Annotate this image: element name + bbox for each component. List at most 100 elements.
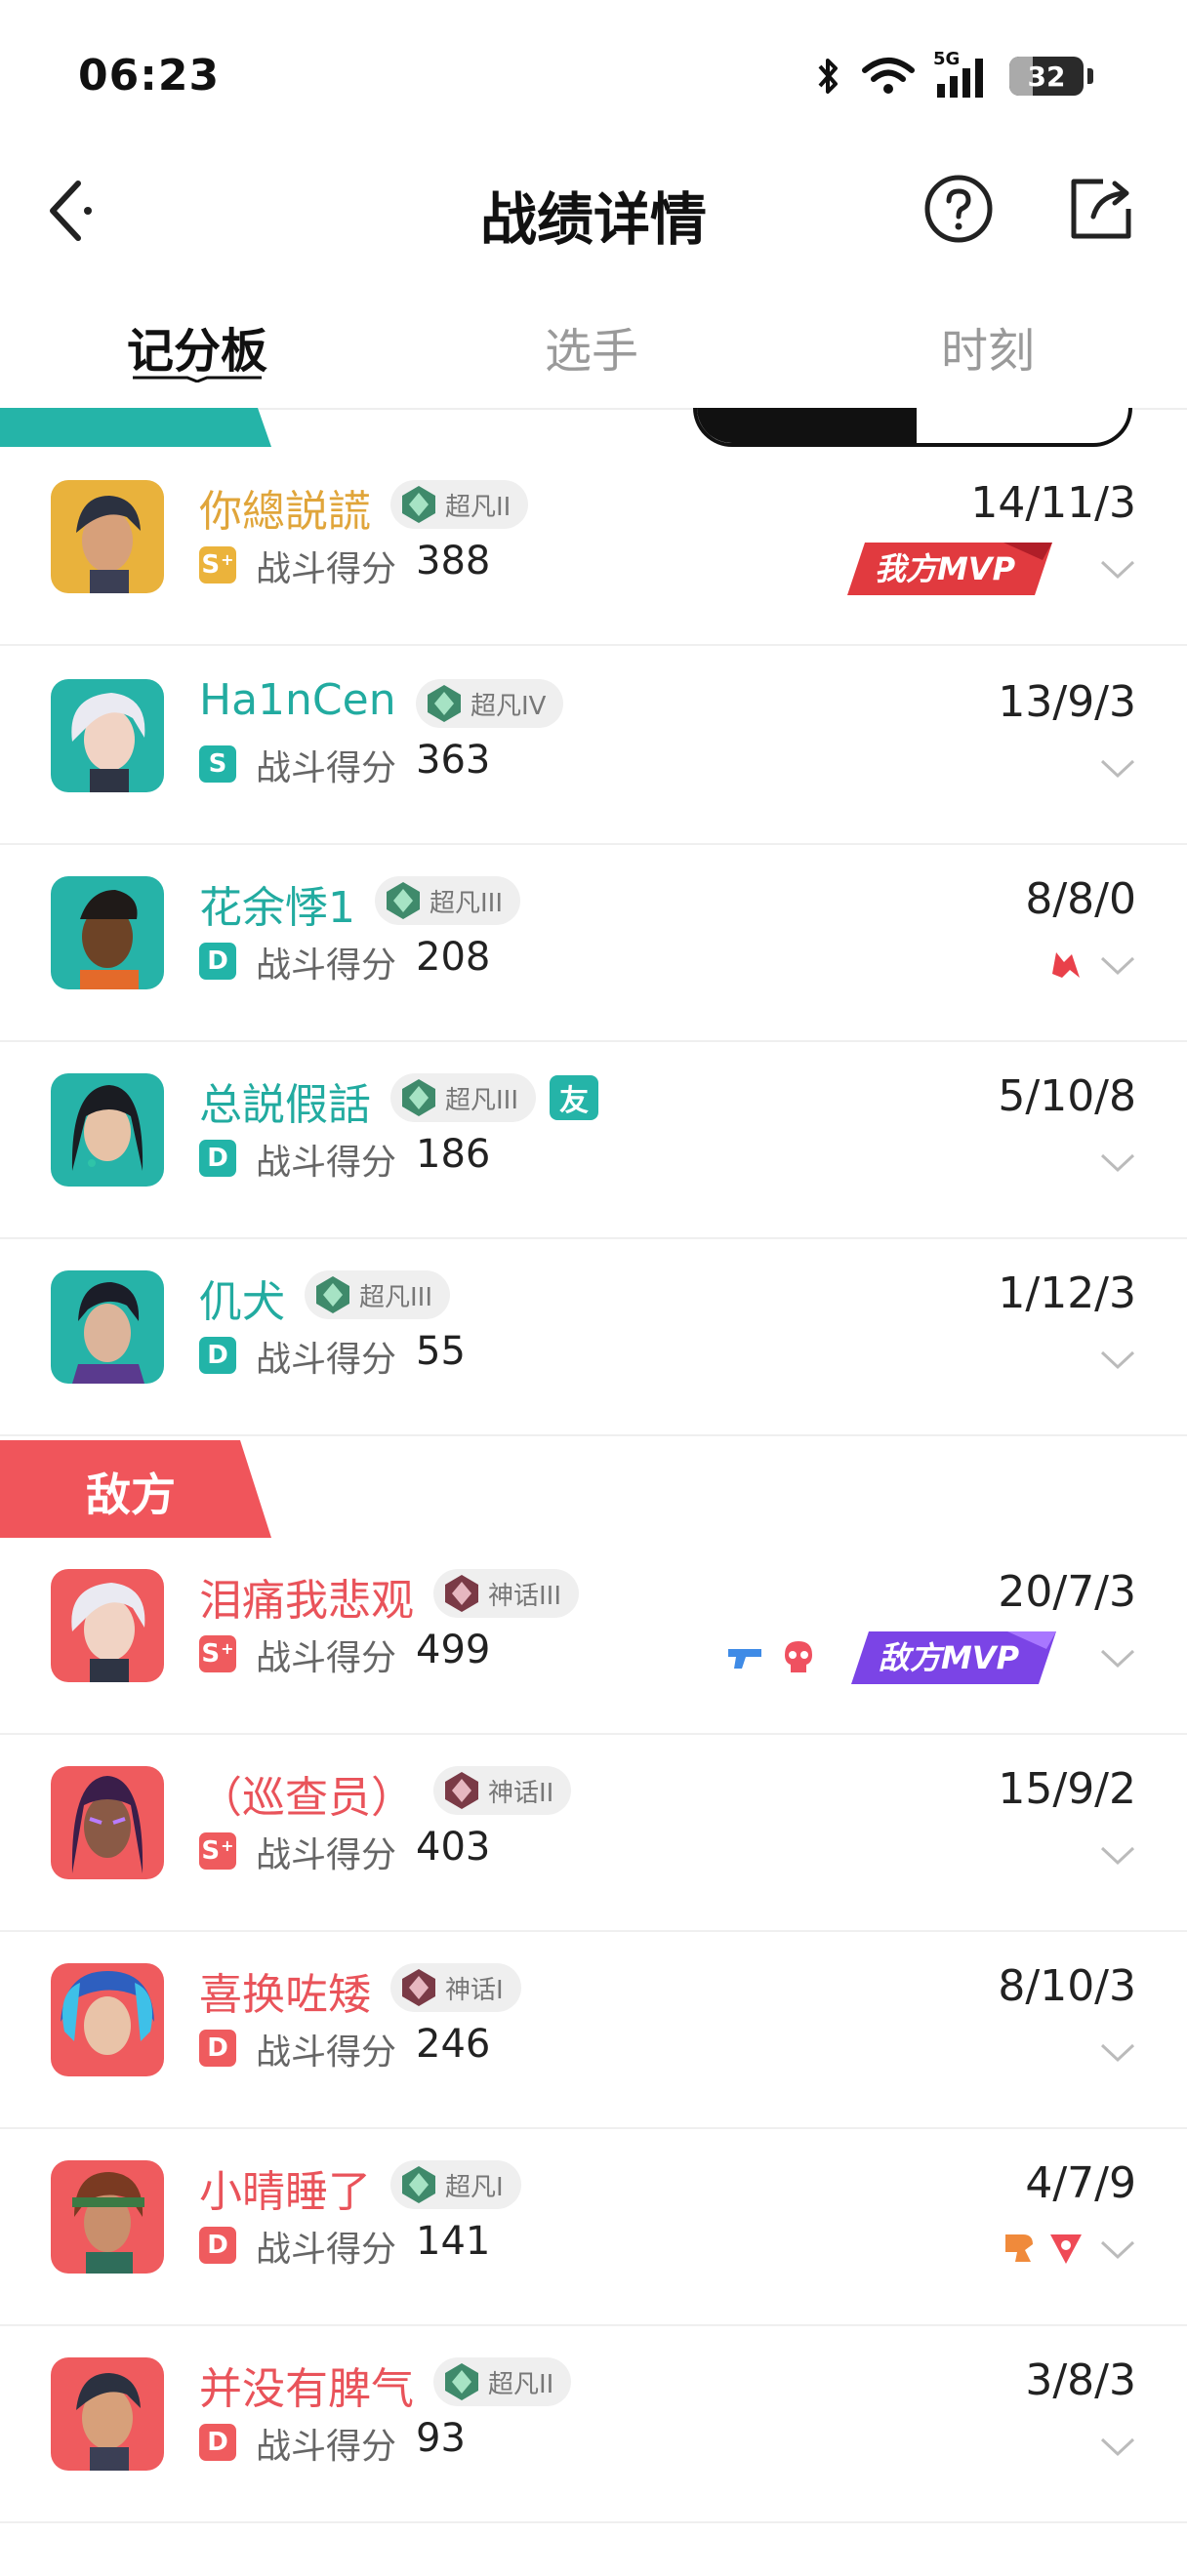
grade-badge: D xyxy=(199,2227,236,2264)
player-name: 并没有脾气 xyxy=(199,2364,414,2414)
chevron-down-icon[interactable] xyxy=(1099,1151,1136,1175)
score-label: 战斗得分 xyxy=(256,946,397,986)
player-row[interactable]: （巡查员） 神话II S + 战斗得分 403 15/9/2 xyxy=(0,1735,1187,1932)
skull-icon xyxy=(785,1641,812,1672)
kda: 13/9/3 xyxy=(998,677,1136,727)
player-row[interactable]: 仉犬 超凡III D 战斗得分 55 1/12/3 xyxy=(0,1239,1187,1436)
rank-label: 超凡III xyxy=(430,888,504,918)
grade-letter: D xyxy=(207,946,228,976)
kda: 1/12/3 xyxy=(998,1268,1136,1318)
network-type: 5G xyxy=(933,49,961,69)
status-bar: 06:23 5G 32 xyxy=(0,0,1187,146)
rank-label: 神话II xyxy=(488,1778,554,1808)
enemy-mvp-badge: 敌方MVP xyxy=(851,1631,1056,1684)
score-label: 战斗得分 xyxy=(256,549,397,589)
chevron-down-icon[interactable] xyxy=(1099,954,1136,978)
gun-icon xyxy=(728,1649,761,1669)
score-label: 战斗得分 xyxy=(256,1835,397,1875)
enemy-section-header: 敌方 xyxy=(0,1440,1187,1538)
ally-section-tag xyxy=(0,408,271,447)
kda: 15/9/2 xyxy=(998,1764,1136,1814)
kda: 8/10/3 xyxy=(998,1961,1136,2011)
player-row[interactable]: 小晴睡了 超凡I D 战斗得分 141 4/7/9 xyxy=(0,2129,1187,2326)
nav-bar: 战绩详情 xyxy=(0,146,1187,273)
bluetooth-icon xyxy=(818,59,838,94)
page-title: 战绩详情 xyxy=(479,186,707,253)
score-label: 战斗得分 xyxy=(256,1340,397,1380)
score-label: 战斗得分 xyxy=(256,2427,397,2467)
player-avatar xyxy=(51,876,164,989)
score-value: 363 xyxy=(416,738,491,783)
player-row[interactable]: 花余悸1 超凡III D 战斗得分 208 8/8/0 xyxy=(0,845,1187,1042)
score-label: 战斗得分 xyxy=(256,1638,397,1678)
grade-letter: D xyxy=(207,1341,228,1370)
rank-label: 超凡II xyxy=(488,2369,554,2399)
chevron-down-icon[interactable] xyxy=(1099,2435,1136,2459)
rank-icon xyxy=(402,1969,435,2006)
chevron-down-icon[interactable] xyxy=(1099,757,1136,781)
chevron-down-icon[interactable] xyxy=(1099,2041,1136,2065)
tab-scoreboard[interactable]: 记分板 xyxy=(51,312,344,381)
player-avatar xyxy=(51,1569,164,1682)
chevron-down-icon[interactable] xyxy=(1099,1348,1136,1372)
chevron-down-icon[interactable] xyxy=(1099,2238,1136,2262)
score-value: 141 xyxy=(416,2219,491,2264)
player-name: 小晴睡了 xyxy=(199,2167,371,2217)
tab-moments[interactable]: 时刻 xyxy=(841,312,1134,381)
grade-plus: + xyxy=(221,1835,234,1855)
revive-icon xyxy=(1052,952,1080,978)
tab-players[interactable]: 选手 xyxy=(445,312,738,381)
rank-label: 超凡II xyxy=(445,492,512,522)
grade-letter: S xyxy=(201,1639,221,1669)
grade-badge: D xyxy=(199,943,236,980)
rank-badge: 超凡III xyxy=(390,1073,537,1122)
chevron-down-icon[interactable] xyxy=(1099,1647,1136,1670)
rank-icon xyxy=(402,486,435,523)
player-row[interactable]: 并没有脾气 超凡II D 战斗得分 93 3/8/3 xyxy=(0,2326,1187,2523)
rank-label: 神话III xyxy=(488,1581,562,1611)
player-row[interactable]: 喜换咗矮 神话I D 战斗得分 246 8/10/3 xyxy=(0,1932,1187,2129)
rank-badge: 超凡IV xyxy=(416,679,564,728)
grade-badge: S xyxy=(199,745,236,783)
player-row[interactable]: 总説假話 超凡III 友 D 战斗得分 186 5/10/8 xyxy=(0,1042,1187,1239)
kda: 8/8/0 xyxy=(1025,874,1136,924)
rank-label: 超凡I xyxy=(445,2172,504,2202)
grade-plus: + xyxy=(221,549,234,569)
cellular-signal-icon: 5G xyxy=(933,49,992,98)
kda: 3/8/3 xyxy=(1025,2355,1136,2405)
sort-toggle-active[interactable] xyxy=(697,408,917,443)
player-row[interactable]: 泪痛我悲观 神话III S + 战斗得分 499 20/7/3 敌方MVP xyxy=(0,1538,1187,1735)
rank-badge: 超凡II xyxy=(433,2357,572,2406)
rank-badge: 超凡III xyxy=(375,876,521,925)
grade-badge: D xyxy=(199,1337,236,1374)
rank-label: 神话I xyxy=(445,1975,504,2005)
rank-badge: 超凡II xyxy=(390,480,529,529)
mvp-label: 我方MVP xyxy=(875,550,1016,587)
grade-letter: S xyxy=(201,550,221,580)
ally-section-header xyxy=(0,408,1187,449)
rank-label: 超凡III xyxy=(445,1085,519,1115)
status-time: 06:23 xyxy=(78,51,221,101)
share-icon[interactable] xyxy=(1064,172,1138,246)
player-avatar xyxy=(51,1270,164,1384)
grade-badge: D xyxy=(199,2424,236,2461)
grade-letter: D xyxy=(207,2033,228,2063)
player-row[interactable]: 你總説謊 超凡II S + 战斗得分 388 14/11/3 我方MVP xyxy=(0,449,1187,646)
player-avatar xyxy=(51,2160,164,2274)
player-avatar xyxy=(51,1766,164,1879)
score-value: 208 xyxy=(416,935,491,980)
player-avatar xyxy=(51,480,164,593)
score-label: 战斗得分 xyxy=(256,2230,397,2270)
help-icon[interactable] xyxy=(921,172,996,246)
sort-toggle[interactable] xyxy=(693,408,1132,447)
chevron-down-icon[interactable] xyxy=(1099,558,1136,582)
player-row[interactable]: Ha1nCen 超凡IV S 战斗得分 363 13/9/3 xyxy=(0,648,1187,845)
score-value: 499 xyxy=(416,1628,491,1672)
rank-badge: 神话I xyxy=(390,1963,521,2012)
grade-letter: S xyxy=(208,749,227,779)
ally-mvp-badge: 我方MVP xyxy=(847,543,1052,595)
score-value: 55 xyxy=(416,1329,466,1374)
grade-badge: S + xyxy=(199,1832,236,1870)
kda: 20/7/3 xyxy=(998,1567,1136,1617)
chevron-down-icon[interactable] xyxy=(1099,1844,1136,1868)
